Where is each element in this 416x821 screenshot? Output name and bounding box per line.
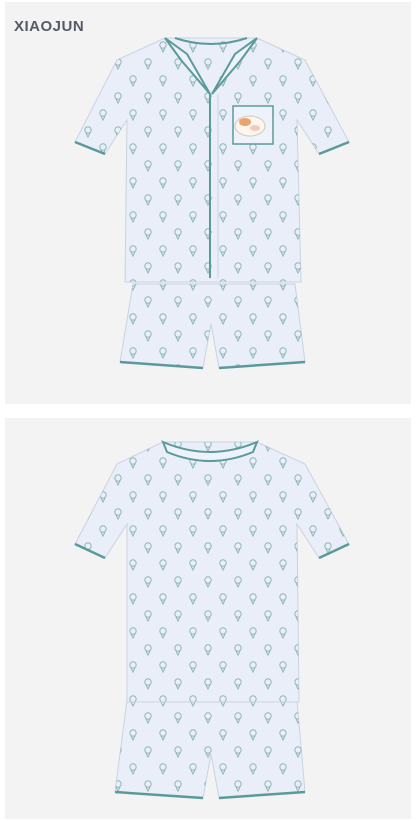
character-patch xyxy=(234,115,266,137)
shorts xyxy=(119,283,306,370)
product-image-back xyxy=(5,418,411,819)
pajama-back-illustration xyxy=(74,440,350,800)
pajama-front-illustration xyxy=(74,37,350,370)
shirt-back xyxy=(74,440,350,703)
shirt xyxy=(74,37,350,283)
shorts-back xyxy=(114,699,306,800)
brand-logo: XIAOJUN xyxy=(14,18,85,35)
product-image-front xyxy=(5,2,411,404)
